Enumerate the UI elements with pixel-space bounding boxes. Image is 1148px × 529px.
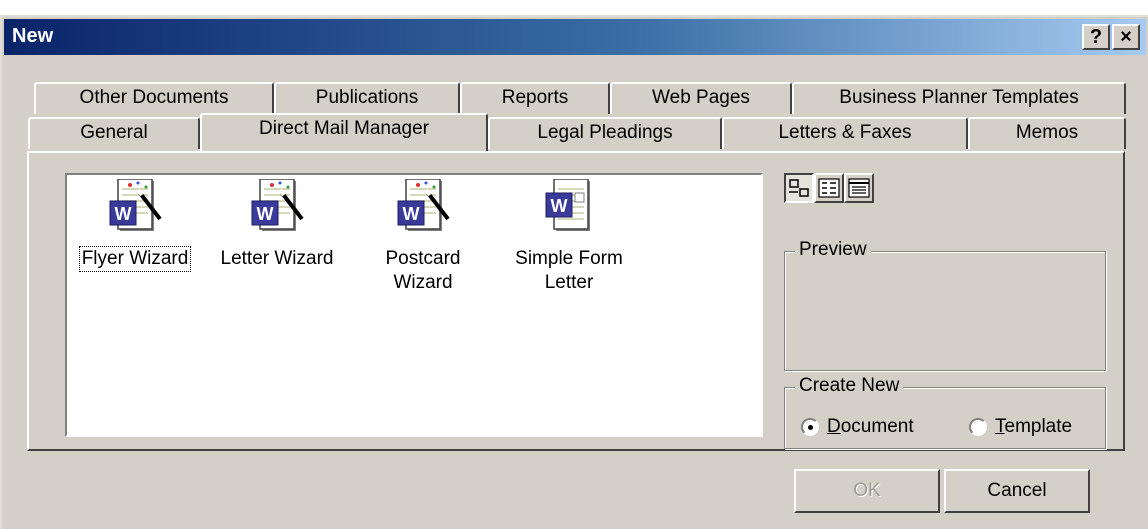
create-new-label: Create New [795, 375, 904, 397]
svg-text:W: W [115, 204, 132, 224]
tab-label: Direct Mail Manager [259, 118, 429, 139]
tab-letters-faxes[interactable]: Letters & Faxes [722, 117, 968, 149]
template-simple-form-letter[interactable]: W Simple Form Letter [499, 179, 639, 295]
cancel-button[interactable]: Cancel [944, 469, 1090, 513]
tab-label: Letters & Faxes [778, 122, 912, 143]
preview-label: Preview [795, 239, 871, 261]
help-icon: ? [1089, 26, 1103, 48]
template-label: Postcard Wizard [385, 248, 461, 293]
tab-business-planner-templates[interactable]: Business Planner Templates [792, 82, 1126, 114]
template-flyer-wizard[interactable]: W Flyer Wizard [65, 179, 205, 272]
svg-text:W: W [551, 196, 568, 216]
tab-label: Memos [1015, 122, 1079, 143]
word-document-icon: W [545, 179, 590, 231]
title-bar[interactable]: New ? × [4, 19, 1146, 55]
list-view-button[interactable] [814, 173, 844, 203]
tab-general[interactable]: General [28, 117, 200, 149]
tab-label: Publications [315, 87, 419, 108]
template-letter-wizard[interactable]: W Letter Wizard [207, 179, 347, 271]
template-radio-circle[interactable] [969, 418, 987, 436]
template-label: Letter Wizard [220, 248, 334, 269]
tab-publications[interactable]: Publications [274, 82, 460, 114]
list-view-icon [818, 178, 840, 198]
template-radio-label: Template [995, 416, 1073, 437]
svg-text:W: W [403, 204, 420, 224]
large-icons-view-icon [789, 179, 809, 197]
close-button[interactable]: × [1112, 24, 1140, 50]
wizard-document-icon: W [109, 179, 162, 231]
wizard-document-icon: W [397, 179, 450, 231]
wizard-document-icon: W [251, 179, 304, 231]
large-icons-view-button[interactable] [784, 173, 814, 203]
tab-direct-mail-manager[interactable]: Direct Mail Manager [200, 113, 488, 151]
document-radio-label: Document [827, 416, 914, 437]
template-label: Flyer Wizard [78, 246, 192, 272]
create-new-group: Create New Document Template [784, 375, 1106, 449]
new-dialog: New ? × Other Documents Publications Rep… [0, 15, 1148, 529]
preview-group: Preview [784, 239, 1106, 371]
tab-label: Business Planner Templates [839, 87, 1079, 108]
tab-legal-pleadings[interactable]: Legal Pleadings [488, 117, 722, 149]
tab-label: Web Pages [652, 87, 750, 108]
ok-button[interactable]: OK [794, 469, 940, 513]
tab-label: Other Documents [79, 87, 229, 108]
template-postcard-wizard[interactable]: W Postcard Wizard [353, 179, 493, 295]
svg-text:W: W [257, 204, 274, 224]
template-list[interactable]: W Flyer Wizard W Letter Wizard W Postcar… [65, 173, 763, 437]
tab-memos[interactable]: Memos [968, 117, 1126, 149]
details-view-button[interactable] [844, 173, 874, 203]
tab-panel: W Flyer Wizard W Letter Wizard W Postcar… [27, 151, 1125, 451]
document-radio-circle[interactable] [801, 418, 819, 436]
window-title: New [12, 25, 54, 47]
document-radio[interactable]: Document [801, 416, 914, 438]
template-label: Simple Form Letter [515, 248, 623, 293]
tab-other-documents[interactable]: Other Documents [34, 82, 274, 114]
tab-web-pages[interactable]: Web Pages [610, 82, 792, 114]
help-button[interactable]: ? [1082, 24, 1110, 50]
tab-label: Reports [501, 87, 569, 108]
details-view-icon [848, 178, 870, 198]
tab-label: General [80, 122, 148, 143]
template-radio[interactable]: Template [969, 416, 1072, 438]
close-icon: × [1120, 26, 1132, 48]
tab-label: Legal Pleadings [537, 122, 673, 143]
tab-reports[interactable]: Reports [460, 82, 610, 114]
